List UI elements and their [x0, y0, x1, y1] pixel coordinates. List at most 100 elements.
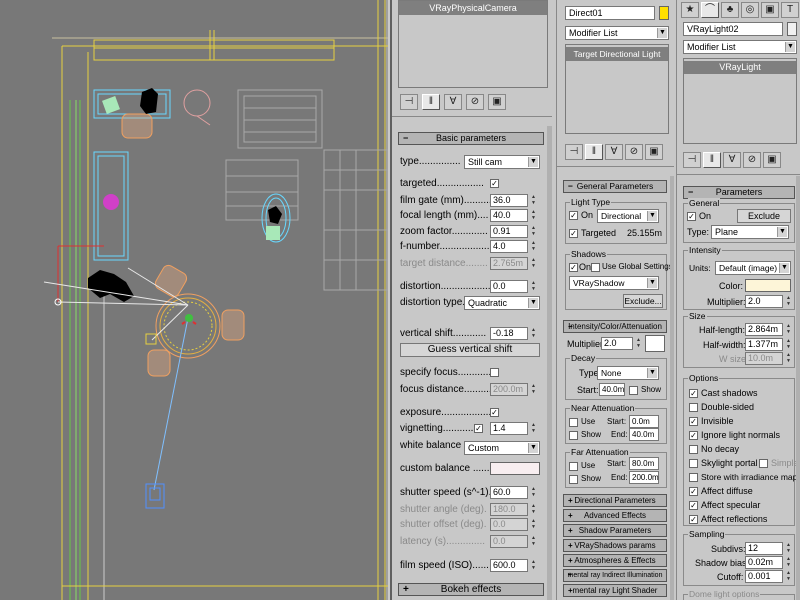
rollout-atmospheres-effects[interactable]: + Atmospheres & Effects	[563, 554, 667, 567]
no-decay-checkbox[interactable]	[689, 445, 698, 454]
display-tab-icon[interactable]: ▣	[761, 2, 779, 18]
decay-show-checkbox[interactable]	[629, 386, 638, 395]
affect-reflections-checkbox[interactable]: ✓	[689, 515, 698, 524]
shutter-speed-spinner[interactable]: ▲ ▼	[530, 486, 537, 499]
exclude-button[interactable]: Exclude	[737, 209, 791, 223]
targeted-checkbox[interactable]: ✓	[569, 229, 578, 238]
bokeh-effects-rollout[interactable]: + Bokeh effects	[398, 583, 544, 596]
near-start-input[interactable]: 0.0m	[629, 415, 659, 428]
show-end-result-icon[interactable]: ‖	[585, 144, 603, 160]
skylight-portal-checkbox[interactable]	[689, 459, 698, 468]
film-gate-input[interactable]: 36.0	[490, 194, 528, 207]
far-end-input[interactable]: 200.0m	[629, 471, 659, 484]
light-on-checkbox[interactable]: ✓	[687, 212, 696, 221]
configure-sets-icon[interactable]: ▣	[645, 144, 663, 160]
pin-stack-icon[interactable]: ⊣	[400, 94, 418, 110]
object-name-field[interactable]: Direct01	[565, 6, 655, 20]
object-name-field[interactable]: VRayLight02	[683, 22, 783, 36]
cutoff-spinner[interactable]: ▲ ▼	[785, 570, 792, 583]
light-color-swatch[interactable]	[745, 279, 791, 292]
distortion-type-dropdown[interactable]: Quadratic ▼	[464, 296, 540, 310]
targeted-checkbox[interactable]: ✓	[490, 179, 499, 188]
make-unique-icon[interactable]: ∀	[444, 94, 462, 110]
distortion-spinner[interactable]: ▲ ▼	[530, 280, 537, 293]
show-end-result-icon[interactable]: ‖	[422, 94, 440, 110]
hierarchy-tab-icon[interactable]: ♣	[721, 2, 739, 18]
rollout-advanced-effects[interactable]: + Advanced Effects	[563, 509, 667, 522]
half-width-input[interactable]: 1.377m	[745, 338, 783, 351]
half-width-spinner[interactable]: ▲ ▼	[785, 338, 792, 351]
film-speed-spinner[interactable]: ▲ ▼	[530, 559, 537, 572]
object-color-swatch[interactable]	[787, 22, 797, 36]
near-show-checkbox[interactable]	[569, 431, 578, 440]
use-global-settings-checkbox[interactable]	[591, 263, 600, 272]
light-type-dropdown[interactable]: Plane ▼	[711, 225, 789, 239]
f-number-input[interactable]: 4.0	[490, 240, 528, 253]
guess-vertical-shift-button[interactable]: Guess vertical shift	[400, 343, 540, 357]
exposure-checkbox[interactable]: ✓	[490, 408, 499, 417]
shadows-on-checkbox[interactable]: ✓	[569, 263, 578, 272]
utilities-tab-icon[interactable]: T	[781, 2, 799, 18]
vignetting-input[interactable]: 1.4	[490, 422, 528, 435]
vertical-shift-input[interactable]: -0.18	[490, 327, 528, 340]
basic-parameters-rollout[interactable]: − Basic parameters	[398, 132, 544, 145]
camera-type-dropdown[interactable]: Still cam ▼	[464, 155, 540, 169]
multiplier-spinner[interactable]: ▲ ▼	[635, 337, 642, 350]
modifier-stack[interactable]: Target Directional Light	[565, 44, 669, 134]
general-parameters-rollout[interactable]: − General Parameters	[563, 180, 667, 193]
shutter-speed-input[interactable]: 60.0	[490, 486, 528, 499]
near-end-input[interactable]: 40.0m	[629, 428, 659, 441]
far-start-input[interactable]: 80.0m	[629, 457, 659, 470]
zoom-factor-input[interactable]: 0.91	[490, 225, 528, 238]
vignetting-checkbox[interactable]: ✓	[474, 424, 483, 433]
configure-sets-icon[interactable]: ▣	[763, 152, 781, 168]
half-length-spinner[interactable]: ▲ ▼	[785, 323, 792, 336]
zoom-factor-spinner[interactable]: ▲ ▼	[530, 225, 537, 238]
object-list[interactable]: VRayPhysicalCamera	[398, 0, 548, 88]
make-unique-icon[interactable]: ∀	[723, 152, 741, 168]
stack-item-vraylight[interactable]: VRayLight	[684, 61, 796, 74]
object-list-selected-item[interactable]: VRayPhysicalCamera	[399, 1, 547, 15]
near-use-checkbox[interactable]	[569, 418, 578, 427]
remove-modifier-icon[interactable]: ⊘	[625, 144, 643, 160]
cast-shadows-checkbox[interactable]: ✓	[689, 389, 698, 398]
vignetting-spinner[interactable]: ▲ ▼	[530, 422, 537, 435]
decay-start-input[interactable]: 40.0m	[599, 383, 625, 396]
configure-sets-icon[interactable]: ▣	[488, 94, 506, 110]
units-dropdown[interactable]: Default (image) ▼	[715, 261, 791, 275]
intensity-color-attenuation-rollout[interactable]: − Intensity/Color/Attenuation	[563, 320, 667, 333]
ignore-light-normals-checkbox[interactable]: ✓	[689, 431, 698, 440]
modify-tab-icon[interactable]: ⌒	[701, 2, 719, 18]
pin-stack-icon[interactable]: ⊣	[565, 144, 583, 160]
rollout-mental-ray-indirect[interactable]: + mental ray Indirect Illumination	[563, 569, 667, 582]
film-speed-input[interactable]: 600.0	[490, 559, 528, 572]
focal-length-spinner[interactable]: ▲ ▼	[530, 209, 537, 222]
multiplier-input[interactable]: 2.0	[601, 337, 633, 350]
panel-scrollbar[interactable]	[796, 176, 800, 600]
rollout-vrayshadows-params[interactable]: + VRayShadows params	[563, 539, 667, 552]
vertical-shift-spinner[interactable]: ▲ ▼	[530, 327, 537, 340]
distortion-input[interactable]: 0.0	[490, 280, 528, 293]
modifier-list-dropdown[interactable]: Modifier List ▼	[565, 26, 669, 40]
light-color-swatch[interactable]	[645, 335, 665, 352]
specify-focus-checkbox[interactable]	[490, 368, 499, 377]
white-balance-dropdown[interactable]: Custom ▼	[464, 441, 540, 455]
subdivs-spinner[interactable]: ▲ ▼	[785, 542, 792, 555]
affect-specular-checkbox[interactable]: ✓	[689, 501, 698, 510]
light-on-checkbox[interactable]: ✓	[569, 211, 578, 220]
cutoff-input[interactable]: 0.001	[745, 570, 783, 583]
panel-scrollbar[interactable]	[547, 126, 552, 600]
create-tab-icon[interactable]: ★	[681, 2, 699, 18]
top-viewport[interactable]	[0, 0, 388, 600]
far-show-checkbox[interactable]	[569, 475, 578, 484]
stack-item-target-directional-light[interactable]: Target Directional Light	[566, 47, 668, 61]
remove-modifier-icon[interactable]: ⊘	[466, 94, 484, 110]
store-irradiance-checkbox[interactable]	[689, 473, 698, 482]
pin-stack-icon[interactable]: ⊣	[683, 152, 701, 168]
multiplier-spinner[interactable]: ▲ ▼	[785, 295, 792, 308]
shadow-type-dropdown[interactable]: VRayShadow ▼	[569, 276, 659, 290]
show-end-result-icon[interactable]: ‖	[703, 152, 721, 168]
make-unique-icon[interactable]: ∀	[605, 144, 623, 160]
object-color-swatch[interactable]	[659, 6, 669, 20]
exclude-button[interactable]: Exclude...	[623, 294, 663, 308]
